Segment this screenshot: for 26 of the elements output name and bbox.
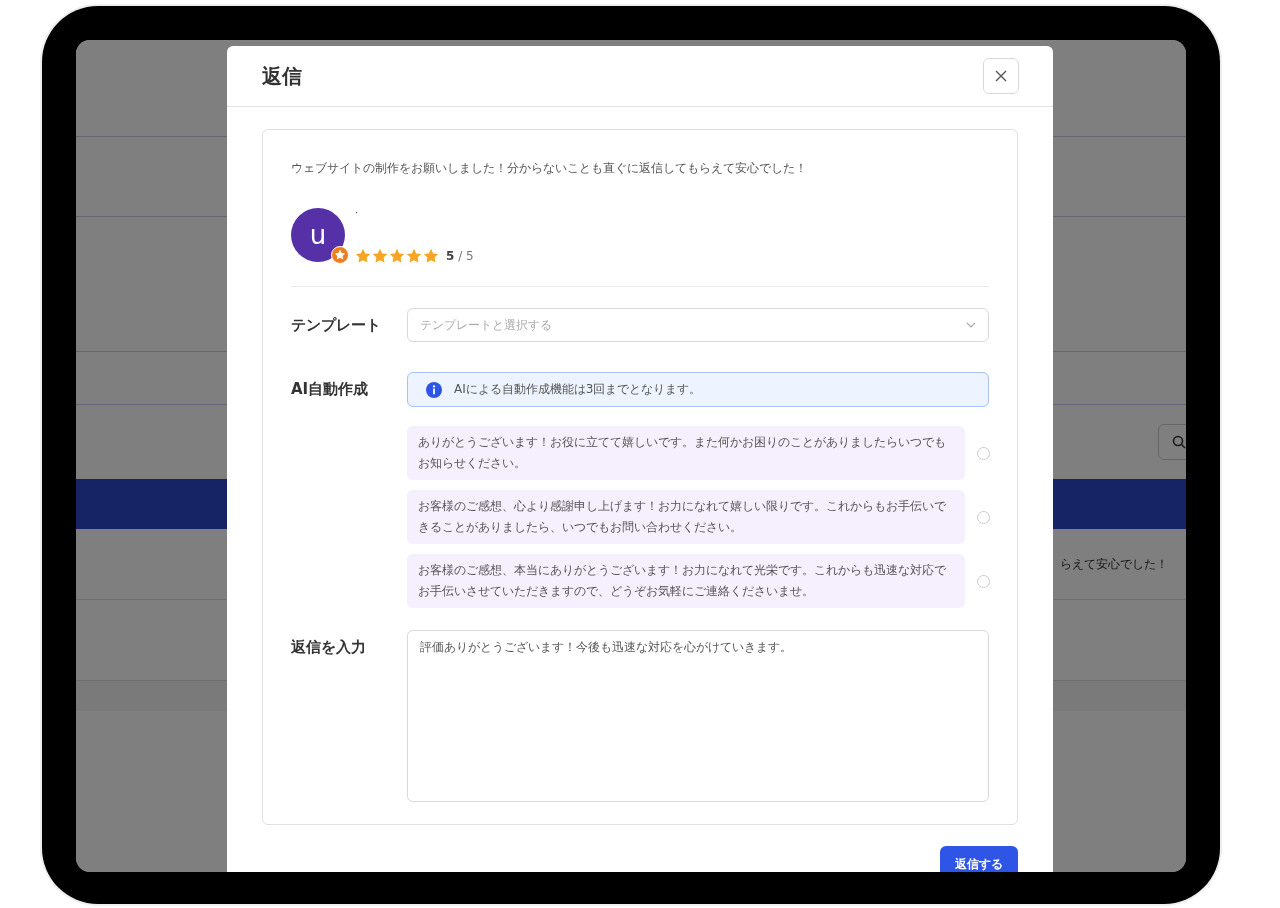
info-icon [426, 381, 442, 398]
star-icon [423, 248, 439, 264]
close-button[interactable] [983, 58, 1019, 94]
star-icon [406, 248, 422, 264]
review-text: ウェブサイトの制作をお願いしました！分からないことも直ぐに返信してもらえて安心でした！ [291, 160, 808, 177]
search-icon [1172, 435, 1186, 449]
submit-button[interactable]: 返信する [940, 846, 1018, 872]
avatar: u [291, 208, 345, 262]
reviewer-name: · [355, 208, 360, 218]
star-icon [355, 248, 371, 264]
close-icon [995, 70, 1007, 82]
star-icon [372, 248, 388, 264]
star-icon [389, 248, 405, 264]
suggestion-text[interactable]: お客様のご感想、心より感謝申し上げます！お力になれて嬉しい限りです。これからもお手伝いできることがありましたら、いつでもお問い合わせください。 [407, 490, 965, 544]
rating-score: 5 / 5 [446, 249, 474, 263]
field-label: 返信を入力 [291, 637, 367, 658]
reply-textarea[interactable]: 評価ありがとうございます！今後も迅速な対応を心がけていきます。 [407, 630, 989, 802]
review-text: らえて安心でした！ [1060, 555, 1168, 573]
suggestion-text[interactable]: お客様のご感想、本当にありがとうございます！お力になれて光栄です。これからも迅速な対応でお手伝いさせていただきますので、どうぞお気軽にご連絡くださいませ。 [407, 554, 965, 608]
notice-text: AIによる自動作成機能は3回までとなります。 [454, 381, 702, 398]
suggestion-text[interactable]: ありがとうございます！お役に立てて嬉しいです。また何かお困りのことがありましたらいつでもお知らせください。 [407, 426, 965, 480]
star-badge-icon [331, 246, 349, 264]
field-label: テンプレート [291, 315, 382, 336]
chevron-down-icon [966, 322, 976, 328]
dialog-title: 返信 [262, 62, 302, 90]
field-label: AI自動作成 [291, 379, 370, 400]
